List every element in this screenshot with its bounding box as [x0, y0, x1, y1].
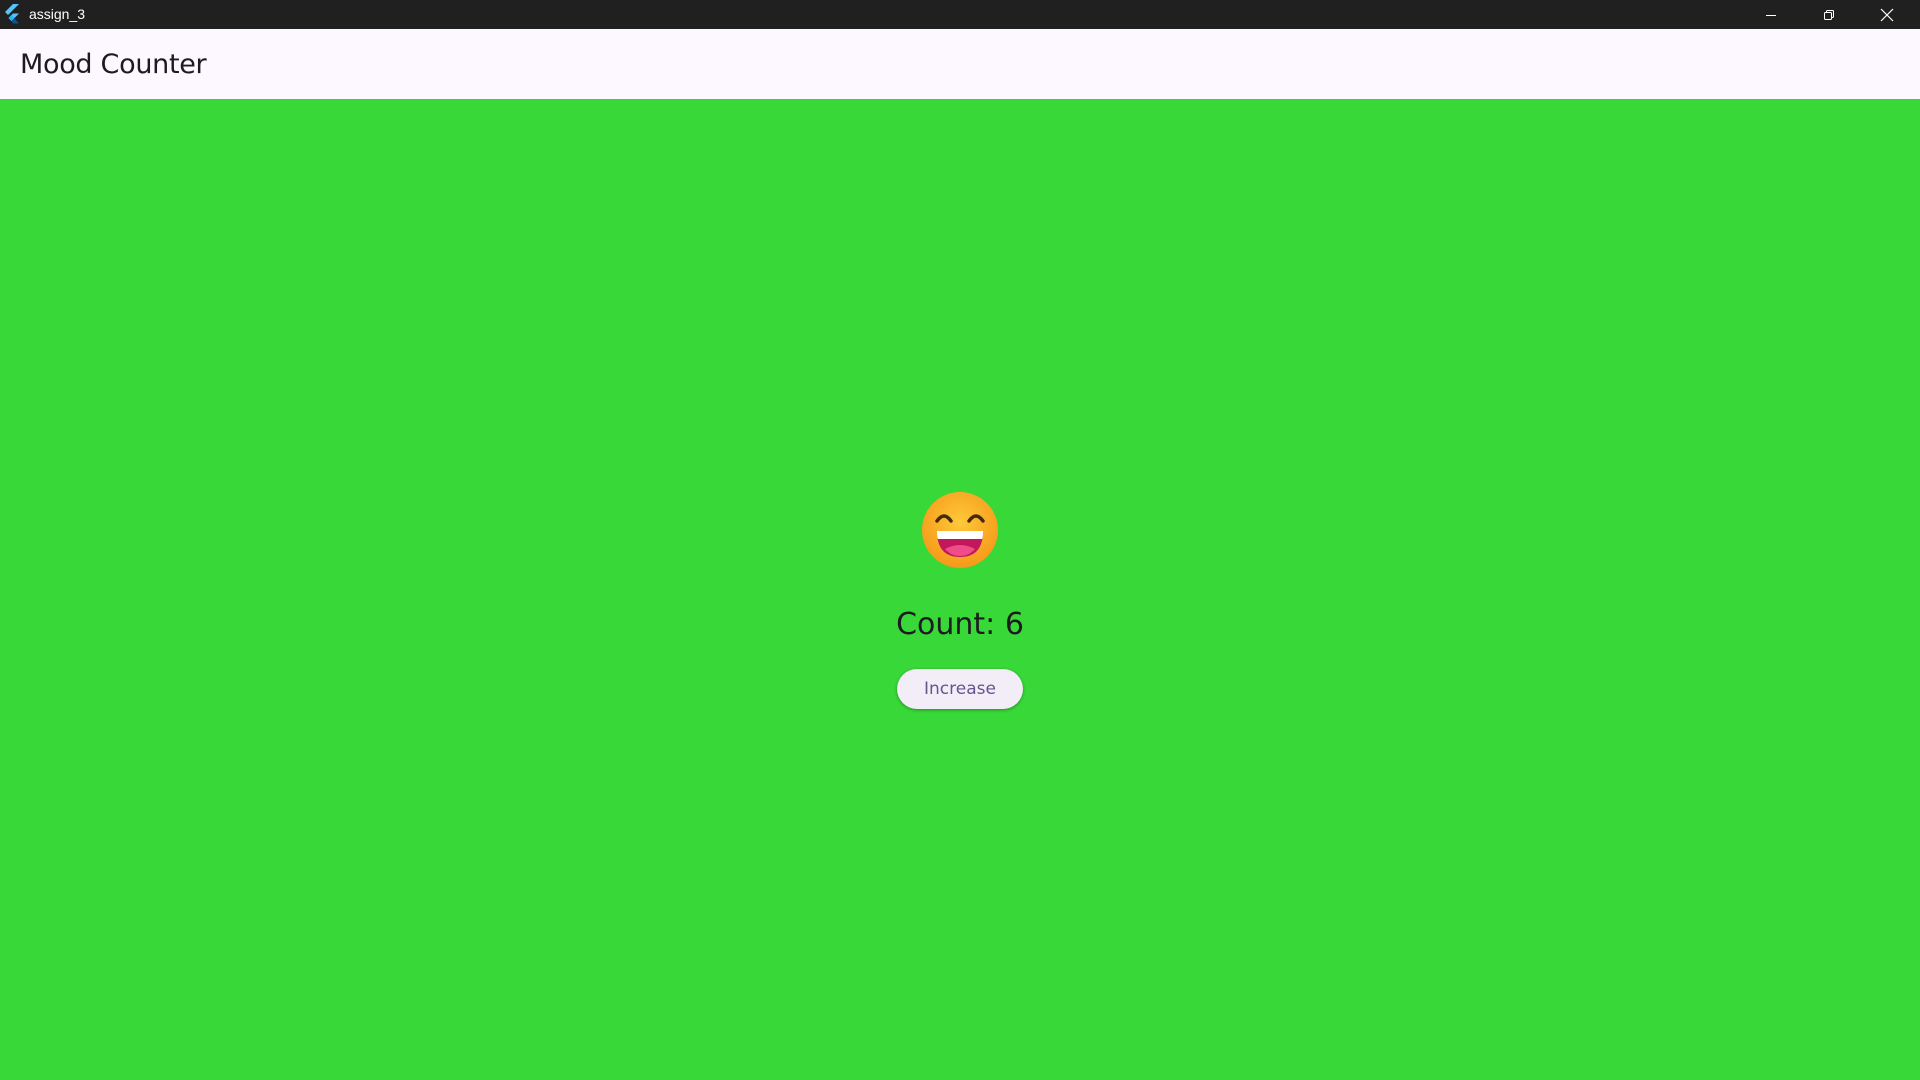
close-button[interactable] — [1858, 0, 1916, 29]
flutter-logo-icon — [3, 4, 21, 24]
window-titlebar[interactable]: assign_3 — [0, 0, 1920, 29]
restore-button[interactable] — [1800, 0, 1858, 29]
mood-background — [0, 99, 1920, 1080]
count-label: Count: 6 — [896, 607, 1024, 642]
app-bar-title: Mood Counter — [20, 49, 207, 80]
minimize-button[interactable] — [1742, 0, 1800, 29]
app-window: assign_3 Mood Counter Count: 6 Increase — [0, 0, 1920, 1080]
grinning-face-smiling-eyes-icon — [919, 489, 1001, 571]
minimize-icon — [1765, 9, 1777, 21]
restore-icon — [1823, 9, 1835, 21]
window-title: assign_3 — [29, 6, 86, 22]
app-bar — [0, 29, 1920, 99]
close-icon — [1880, 8, 1894, 22]
increase-button[interactable]: Increase — [897, 669, 1023, 709]
